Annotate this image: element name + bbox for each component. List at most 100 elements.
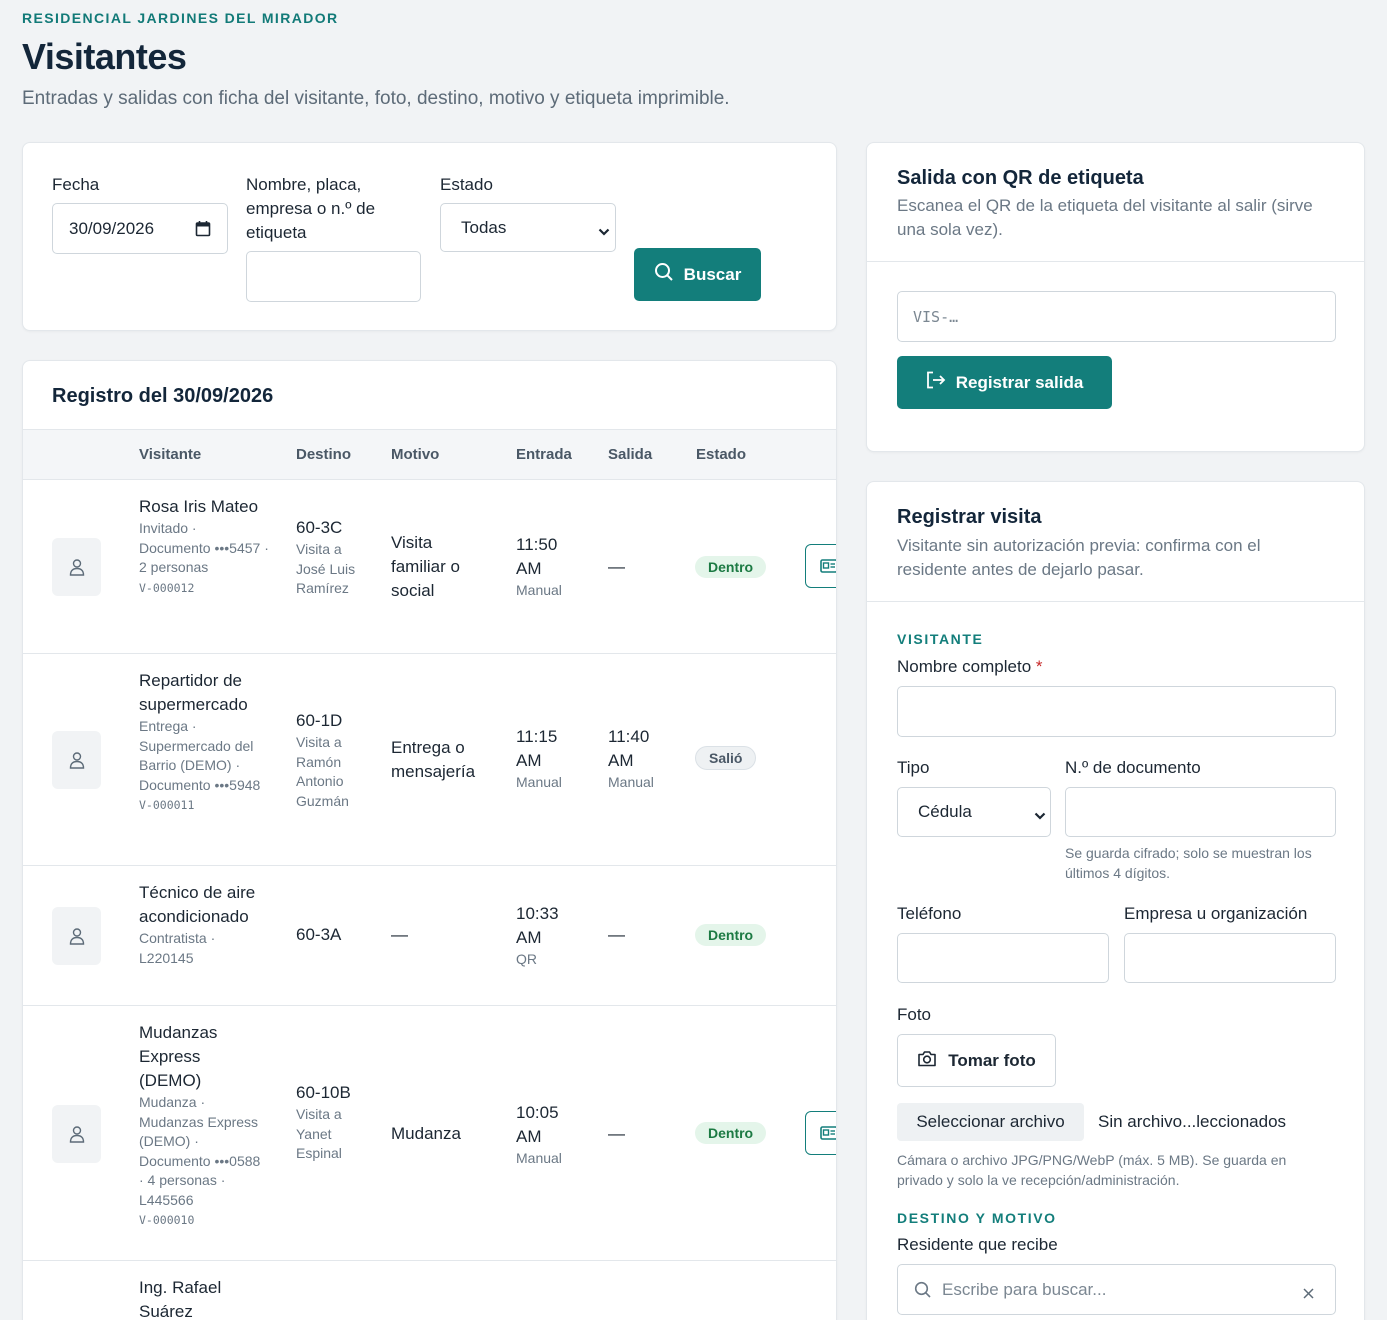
avatar (52, 1105, 101, 1163)
entry-method: Manual (516, 1150, 562, 1166)
required-marker: * (1035, 657, 1043, 676)
destination-unit: 60-3A (296, 925, 342, 944)
type-label: Tipo (897, 758, 930, 777)
visitor-name: Ing. Rafael Suárez (139, 1278, 222, 1320)
destination-cell: 60-1D Visita a Ramón Antonio Guzmán (296, 709, 366, 811)
no-file-text: Sin archivo...leccionados (1098, 1112, 1287, 1131)
visitor-section-heading: VISITANTE (897, 631, 984, 647)
column-status[interactable]: Estado (696, 446, 746, 463)
select-file-button[interactable]: Seleccionar archivo (897, 1103, 1084, 1141)
exit-method: Manual (608, 774, 654, 790)
column-exit[interactable]: Salida (608, 446, 652, 463)
chevron-down-icon (1034, 806, 1046, 826)
visitor-cell: Técnico de aire acondicionado Contratist… (139, 881, 269, 968)
full-name-label-text: Nombre completo (897, 657, 1032, 676)
date-label: Fecha (52, 175, 100, 194)
search-input[interactable] (246, 251, 421, 302)
entry-cell: 11:50 AM Manual (516, 533, 586, 601)
column-visitor[interactable]: Visitante (139, 446, 201, 463)
table-row[interactable]: Mudanzas Express (DEMO) Mudanza · Mudanz… (23, 1006, 836, 1261)
exit-time: — (608, 925, 625, 944)
visitor-code: V-000010 (139, 1213, 195, 1227)
user-icon (69, 559, 84, 576)
entry-method: QR (516, 951, 537, 967)
resident-search-input[interactable]: Escribe para buscar... (897, 1264, 1336, 1315)
visitor-details: Entrega · Supermercado del Barrio (DEMO)… (139, 718, 261, 793)
status-badge: Dentro (695, 1122, 767, 1144)
label-code-input[interactable]: VIS-… (897, 291, 1336, 342)
divider (867, 601, 1364, 602)
entry-time: 10:33 AM (516, 904, 559, 947)
visitor-cell: Mudanzas Express (DEMO) Mudanza · Mudanz… (139, 1021, 263, 1230)
resident-search-placeholder: Escribe para buscar... (942, 1279, 1107, 1299)
reason-cell: — (391, 925, 408, 944)
residence-name: RESIDENCIAL JARDINES DEL MIRADOR (22, 10, 339, 26)
entry-time: 11:15 AM (516, 727, 558, 770)
company-input[interactable] (1124, 933, 1336, 983)
column-entry[interactable]: Entrada (516, 446, 572, 463)
destination-unit: 60-10B (296, 1083, 351, 1102)
table-row[interactable]: Rosa Iris Mateo Invitado · Documento •••… (23, 480, 836, 654)
document-hint: Se guarda cifrado; solo se muestran los … (1065, 845, 1312, 881)
visitor-details: Invitado · Documento •••5457 · 2 persona… (139, 520, 269, 575)
document-type-value: Cédula (918, 802, 972, 821)
column-reason[interactable]: Motivo (391, 446, 439, 463)
status-badge: Dentro (695, 924, 767, 946)
exit-icon (926, 371, 946, 394)
register-description: Visitante sin autorización previa: confi… (897, 536, 1261, 579)
destination-cell: 60-10B Visita a Yanet Espinal (296, 1081, 352, 1164)
take-photo-label: Tomar foto (948, 1050, 1036, 1070)
destination-section-heading: DESTINO Y MOTIVO (897, 1210, 1057, 1226)
photo-hint: Cámara o archivo JPG/PNG/WebP (máx. 5 MB… (897, 1152, 1287, 1188)
search-icon (914, 1281, 932, 1304)
filter-panel: Fecha 30/09/2026 Nombre, placa, empresa … (22, 142, 837, 331)
date-input[interactable]: 30/09/2026 (52, 203, 228, 254)
phone-input[interactable] (897, 933, 1109, 983)
page-subtitle: Entradas y salidas con ficha del visitan… (22, 88, 730, 109)
full-name-input[interactable] (897, 686, 1336, 737)
calendar-icon[interactable] (195, 220, 211, 242)
full-name-label: Nombre completo * (897, 655, 1043, 679)
id-card-icon (820, 559, 836, 573)
qr-exit-description: Escanea el QR de la etiqueta del visitan… (897, 196, 1313, 239)
date-value: 30/09/2026 (69, 218, 155, 238)
search-icon (654, 262, 674, 287)
label-code-placeholder: VIS-… (913, 307, 959, 326)
entry-cell: 10:05 AM Manual (516, 1101, 586, 1169)
visitor-cell: Repartidor de supermercado Entrega · Sup… (139, 669, 269, 815)
destination-host: Visita a Yanet Espinal (296, 1106, 342, 1161)
visitor-name: Repartidor de supermercado (139, 671, 248, 714)
page-title: Visitantes (22, 36, 187, 77)
status-select[interactable]: Todas (440, 203, 616, 252)
exit-cell: 11:40 AM Manual (608, 725, 678, 793)
reason-cell: Mudanza (391, 1124, 461, 1143)
visitor-cell: Rosa Iris Mateo Invitado · Documento •••… (139, 495, 269, 598)
company-label: Empresa u organización (1124, 904, 1308, 923)
table-row[interactable]: Técnico de aire acondicionado Contratist… (23, 866, 836, 1006)
status-badge: Dentro (695, 556, 767, 578)
register-title: Registrar visita (897, 506, 1042, 528)
qr-exit-panel: Salida con QR de etiqueta Escanea el QR … (866, 142, 1365, 452)
document-type-select[interactable]: Cédula (897, 787, 1051, 837)
print-label-button[interactable] (805, 544, 836, 588)
document-number-label: N.º de documento (1065, 758, 1201, 777)
close-icon[interactable] (1303, 1284, 1314, 1304)
document-number-input[interactable] (1065, 787, 1336, 837)
search-button[interactable]: Buscar (634, 248, 761, 301)
exit-time: — (608, 557, 625, 576)
destination-unit: 60-1D (296, 711, 343, 730)
search-label: Nombre, placa, empresa o n.º de etiqueta (246, 175, 376, 242)
avatar (52, 907, 101, 965)
register-exit-button[interactable]: Registrar salida (897, 356, 1112, 409)
print-label-button[interactable] (805, 1111, 836, 1155)
take-photo-button[interactable]: Tomar foto (897, 1034, 1056, 1087)
visitor-details: Contratista · L220145 (139, 930, 216, 966)
entry-time: 11:50 AM (516, 535, 558, 578)
table-row[interactable]: Ing. Rafael Suárez (23, 1261, 836, 1320)
entry-method: Manual (516, 582, 562, 598)
entry-cell: 10:33 AM QR (516, 902, 586, 970)
column-destination[interactable]: Destino (296, 446, 351, 463)
phone-label: Teléfono (897, 904, 962, 923)
table-row[interactable]: Repartidor de supermercado Entrega · Sup… (23, 654, 836, 866)
log-title: Registro del 30/09/2026 (52, 385, 274, 407)
